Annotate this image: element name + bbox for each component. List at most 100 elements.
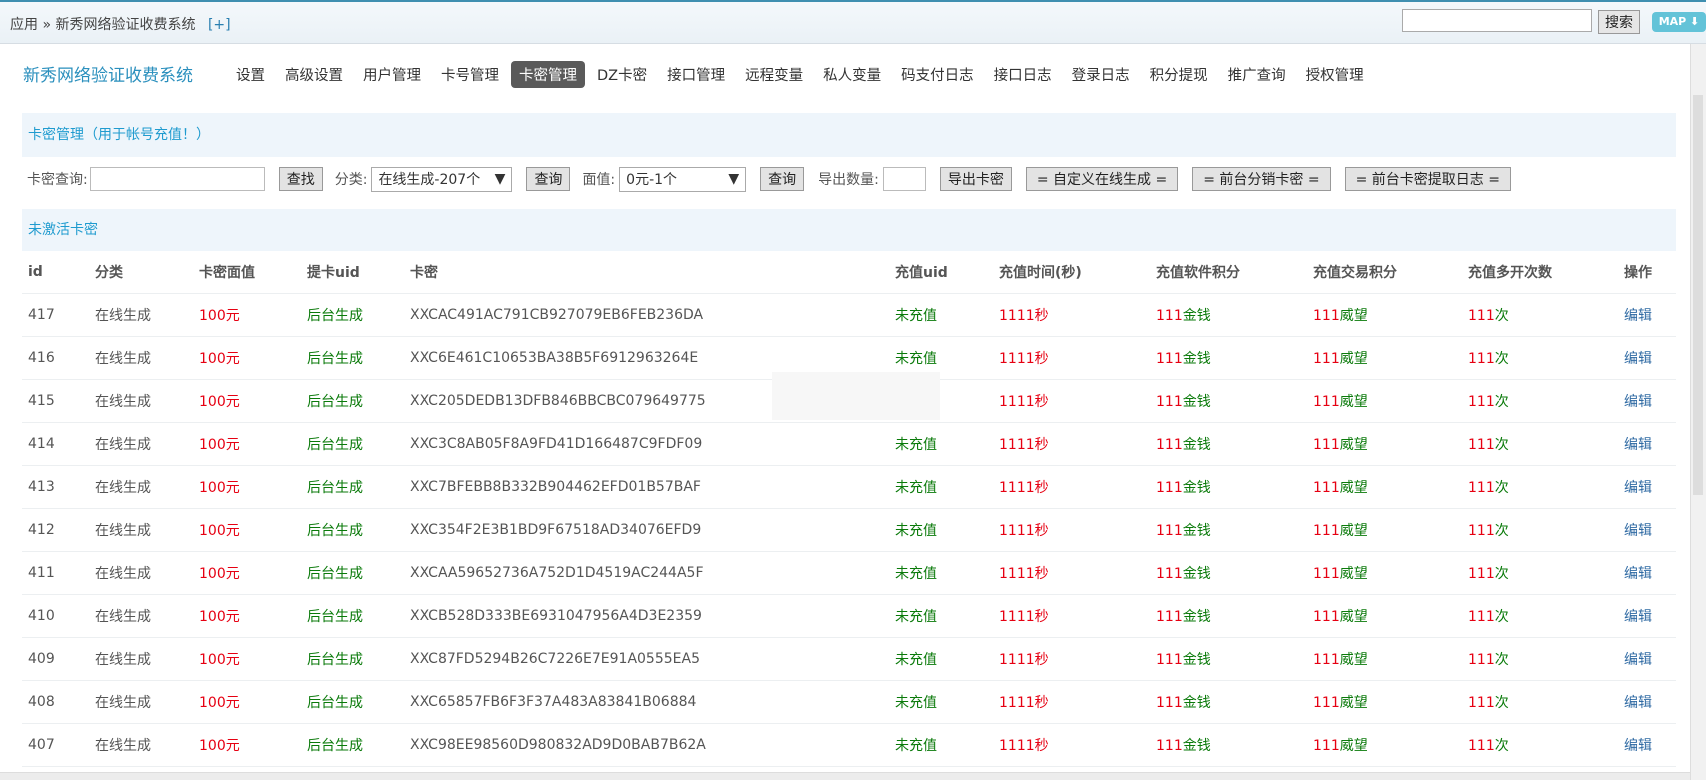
table-header: id 分类 卡密面值 提卡uid 卡密 充值uid 充值时间(秒) 充值软件积分 充值交易积分充… [22, 251, 1676, 294]
cell-multi-count: 111次 [1462, 508, 1618, 552]
category-select[interactable]: 在线生成-207个 ▼ [371, 166, 513, 192]
cell-id: 413 [22, 465, 89, 509]
cell-multi-count: 111次 [1462, 723, 1618, 767]
add-shortcut-button[interactable]: [+] [208, 17, 231, 33]
nav-item-2[interactable]: 用户管理 [355, 61, 429, 88]
breadcrumb-home[interactable]: 应用 [10, 17, 38, 33]
breadcrumb-current[interactable]: 新秀网络验证收费系统 [55, 17, 195, 33]
scrollbar-thumb[interactable] [1693, 95, 1703, 495]
face-query-button[interactable]: 查询 [760, 167, 805, 191]
cell-action: 编辑 [1618, 336, 1676, 380]
search-button[interactable]: 搜索 [1598, 10, 1640, 34]
cell-face-value: 100元 [193, 336, 301, 380]
column-header: 充值软件积分 [1150, 251, 1307, 294]
cell-recharge-time: 1111秒 [993, 551, 1150, 595]
map-button[interactable]: MAP ⬇ [1652, 12, 1706, 32]
cell-soft-points: 111金钱 [1150, 637, 1307, 681]
cell-category: 在线生成 [89, 379, 193, 423]
cell-id: 415 [22, 379, 89, 423]
table-row: 411 在线生成 100元 后台生成 XXCAA59652736A752D1D4519A… [22, 551, 1676, 595]
cell-category: 在线生成 [89, 637, 193, 681]
front-distribution-button[interactable]: = 前台分销卡密 = [1192, 167, 1331, 191]
face-value-select[interactable]: 0元-1个 ▼ [619, 166, 747, 192]
card-query-input[interactable] [89, 167, 265, 191]
edit-link[interactable]: 编辑 [1624, 351, 1652, 367]
nav-item-6[interactable]: 接口管理 [659, 61, 733, 88]
edit-link[interactable]: 编辑 [1624, 652, 1652, 668]
nav-item-10[interactable]: 接口日志 [986, 61, 1060, 88]
cell-soft-points: 111金钱 [1150, 465, 1307, 509]
edit-link[interactable]: 编辑 [1624, 437, 1652, 453]
breadcrumb-separator: » [42, 17, 52, 33]
cell-action: 编辑 [1618, 680, 1676, 724]
edit-link[interactable]: 编辑 [1624, 695, 1652, 711]
search-input[interactable] [1402, 9, 1592, 32]
table-row: 409 在线生成 100元 后台生成 XXC87FD5294B26C7226E7E91A… [22, 637, 1676, 681]
edit-link[interactable]: 编辑 [1624, 480, 1652, 496]
cell-multi-count: 111次 [1462, 379, 1618, 423]
cell-trade-points: 111威望 [1307, 551, 1462, 595]
cell-face-value: 100元 [193, 379, 301, 423]
table-row: 412 在线生成 100元 后台生成 XXC354F2E3B1BD9F67518AD34… [22, 508, 1676, 552]
nav-item-1[interactable]: 高级设置 [277, 61, 351, 88]
edit-link[interactable]: 编辑 [1624, 566, 1652, 582]
nav-item-12[interactable]: 积分提现 [1142, 61, 1216, 88]
nav-item-14[interactable]: 授权管理 [1298, 61, 1372, 88]
cell-extract-uid: 后台生成 [301, 336, 404, 380]
nav-item-8[interactable]: 私人变量 [815, 61, 889, 88]
nav-item-5[interactable]: DZ卡密 [589, 61, 655, 88]
edit-link[interactable]: 编辑 [1624, 394, 1652, 410]
edit-link[interactable]: 编辑 [1624, 308, 1652, 324]
nav-item-3[interactable]: 卡号管理 [433, 61, 507, 88]
edit-link[interactable]: 编辑 [1624, 738, 1652, 754]
app-title: 新秀网络验证收费系统 [23, 66, 193, 86]
custom-generate-button[interactable]: = 自定义在线生成 = [1025, 167, 1179, 191]
cell-multi-count: 111次 [1462, 680, 1618, 724]
cell-multi-count: 111次 [1462, 422, 1618, 466]
cell-recharge-uid: 未充值 [889, 637, 993, 681]
cell-category: 在线生成 [89, 680, 193, 724]
category-query-button[interactable]: 查询 [526, 167, 571, 191]
cell-card-code: XXC65857FB6F3F37A483A83841B06884 [404, 680, 889, 724]
front-extract-log-button[interactable]: = 前台卡密提取日志 = [1344, 167, 1511, 191]
cell-extract-uid: 后台生成 [301, 293, 404, 337]
cell-recharge-uid: 未充值 [889, 293, 993, 337]
cell-action: 编辑 [1618, 551, 1676, 595]
column-header: 卡密面值 [193, 251, 301, 294]
cell-extract-uid: 后台生成 [301, 594, 404, 638]
column-header: id [22, 251, 89, 294]
cell-id: 412 [22, 508, 89, 552]
cell-soft-points: 111金钱 [1150, 551, 1307, 595]
cell-action: 编辑 [1618, 594, 1676, 638]
cell-card-code: XXCAC491AC791CB927079EB6FEB236DA [404, 293, 889, 337]
cell-trade-points: 111威望 [1307, 723, 1462, 767]
nav-item-0[interactable]: 设置 [228, 61, 273, 88]
edit-link[interactable]: 编辑 [1624, 609, 1652, 625]
find-button[interactable]: 查找 [278, 167, 323, 191]
column-header: 卡密 [404, 251, 889, 294]
export-cards-button[interactable]: 导出卡密 [939, 167, 1012, 191]
nav-item-9[interactable]: 码支付日志 [893, 61, 982, 88]
cell-recharge-time: 1111秒 [993, 465, 1150, 509]
category-label: 分类: [334, 172, 368, 188]
nav-item-4[interactable]: 卡密管理 [511, 61, 585, 88]
nav-item-13[interactable]: 推广查询 [1220, 61, 1294, 88]
nav-item-7[interactable]: 远程变量 [737, 61, 811, 88]
cell-recharge-time: 1111秒 [993, 723, 1150, 767]
edit-link[interactable]: 编辑 [1624, 523, 1652, 539]
horizontal-scrollbar[interactable] [0, 772, 1690, 780]
section-title-card-management: 卡密管理（用于帐号充值！） [22, 113, 1676, 157]
column-header: 充值uid [889, 251, 993, 294]
cell-action: 编辑 [1618, 723, 1676, 767]
nav-item-11[interactable]: 登录日志 [1064, 61, 1138, 88]
cell-soft-points: 111金钱 [1150, 723, 1307, 767]
cell-category: 在线生成 [89, 551, 193, 595]
dropdown-arrow-icon: ▼ [494, 171, 506, 187]
cell-soft-points: 111金钱 [1150, 680, 1307, 724]
cell-category: 在线生成 [89, 465, 193, 509]
cell-recharge-uid: 未充值 [889, 551, 993, 595]
column-header: 充值多开次数 [1462, 251, 1618, 294]
export-count-input[interactable] [882, 167, 926, 191]
table-row: 407 在线生成 100元 后台生成 XXC98EE98560D980832AD9D0B… [22, 723, 1676, 767]
cell-card-code: XXC87FD5294B26C7226E7E91A0555EA5 [404, 637, 889, 681]
